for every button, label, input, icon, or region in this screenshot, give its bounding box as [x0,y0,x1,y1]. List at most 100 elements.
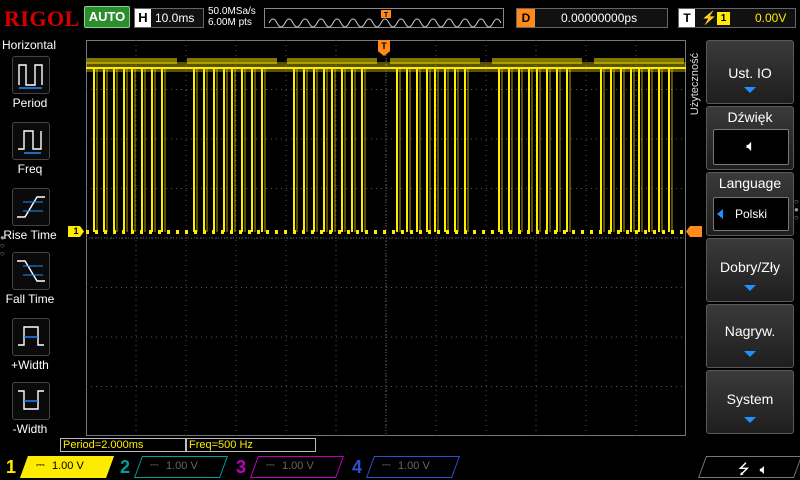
waveform-overview: T [268,10,502,28]
channel-3-number: 3 [236,457,247,477]
memory-position-bar[interactable]: T [264,8,504,28]
period-icon [12,56,50,94]
channel-2-number: 2 [120,457,131,477]
horizontal-timebase[interactable]: H 10.0ms [134,8,204,28]
trigger-letter: T [679,9,695,27]
ch1-low-dot [392,230,395,234]
ch1-low-dot [176,230,179,234]
measurement-menu: Horizontal Period Freq Rise Time Fall Ti… [0,38,60,438]
speaker-icon: 🔈︎ [713,129,789,165]
right-menu-page-dots: ○ ● ○ [794,197,799,222]
language-value-text: Polski [734,207,767,221]
horizontal-letter: H [135,9,151,27]
memory-depth: 6.00M pts [208,17,252,28]
dc-coupling-icon: ⎓ [382,459,391,471]
ch1-low-dot [590,230,593,234]
pass-fail-button[interactable]: Dobry/Zły [706,238,794,302]
ch1-low-dot [572,230,575,234]
ch1-low-dot [401,230,404,234]
frequency-icon [12,122,50,160]
measure-fall-time-button[interactable]: Fall Time [0,252,60,314]
trigger-settings[interactable]: T ⚡ 1 0.00V [678,8,796,28]
channel-2-button[interactable]: 2 ⎓ 1.00 V [114,456,229,478]
channel-3-button[interactable]: 3 ⎓ 1.00 V [230,456,345,478]
ch1-low-dot [356,230,359,234]
speaker-icon: 🔈︎ [759,461,768,477]
measure-frequency-label: Freq [17,162,43,176]
ch1-low-dot [185,230,188,234]
system-button[interactable]: System [706,370,794,434]
pass-fail-label: Dobry/Zły [720,259,780,275]
dc-coupling-icon: ⎓ [150,459,159,471]
measure-positive-width-label: +Width [11,358,49,372]
channel-4-button[interactable]: 4 ⎓ 1.00 V [346,456,461,478]
ch1-low-dot [374,230,377,234]
ch1-low-dot [158,230,161,234]
ch1-low-dot [266,230,269,234]
chevron-down-icon [744,285,756,291]
rise-time-icon [12,188,50,226]
record-label: Nagryw. [724,323,776,339]
ch1-low-dot [248,230,251,234]
ch1-low-dot [257,230,260,234]
io-settings-button[interactable]: Ust. IO [706,40,794,104]
utility-menu-title-text: Użyteczność [689,52,701,116]
waveform-grid [86,40,686,436]
trigger-level-marker[interactable] [686,226,702,237]
measure-negative-width-button[interactable]: -Width [0,382,60,444]
measurement-menu-title: Horizontal [2,38,57,52]
run-state-button[interactable]: AUTO [84,6,130,28]
measure-period-button[interactable]: Period [0,56,60,118]
fall-time-icon [12,252,50,290]
measure-fall-time-label: Fall Time [5,292,55,306]
horizontal-delay[interactable]: D 0.00000000ps [516,8,668,28]
channel-3-scale: 1.00 V [282,460,314,472]
ch1-low-dot [383,230,386,234]
ch1-burst-noise [594,58,684,64]
acquisition-info: 50.0MSa/s 6.00M pts [208,6,256,28]
negative-width-icon [12,382,50,420]
channel-bar: 1 ⎓ 1.00 V 2 ⎓ 1.00 V 3 ⎓ 1.00 V 4 ⎓ 1.0… [0,454,800,480]
ch1-burst-noise [187,58,277,64]
record-button[interactable]: Nagryw. [706,304,794,368]
usb-icon: ⭍ [738,461,750,477]
ch1-low-dot [581,230,584,234]
trigger-source-channel: 1 [717,12,730,25]
measure-positive-width-button[interactable]: +Width [0,318,60,380]
channel-1-number: 1 [6,457,17,477]
ch1-low-dot [482,230,485,234]
channel-2-scale: 1.00 V [166,460,198,472]
waveform-display[interactable] [86,40,686,436]
ch1-low-dot [563,230,566,234]
sound-button[interactable]: Dźwięk 🔈︎ [706,106,794,170]
channel-1-scale: 1.00 V [52,460,84,472]
ch1-low-dot [617,230,620,234]
utility-menu-title: Użyteczność [686,40,702,130]
channel-4-number: 4 [352,457,363,477]
positive-width-icon [12,318,50,356]
chevron-down-icon [744,417,756,423]
ch1-low-dot [680,230,683,234]
channel-4-scale: 1.00 V [398,460,430,472]
delay-value: 0.00000000ps [561,11,638,25]
chevron-down-icon [744,87,756,93]
measure-rise-time-button[interactable]: Rise Time [0,188,60,250]
trigger-level: 0.00V [755,11,787,25]
channel-1-button[interactable]: 1 ⎓ 1.00 V [0,456,115,478]
dc-coupling-icon: ⎓ [36,459,45,471]
ch1-low-dot [473,230,476,234]
ch1-burst-noise [287,58,377,64]
dc-coupling-icon: ⎓ [266,459,275,471]
ch1-low-dot [338,230,341,234]
sample-rate: 50.0MSa/s [208,6,256,17]
system-label: System [726,391,774,407]
ch1-low-dot [626,230,629,234]
ch1-low-dot [275,230,278,234]
timebase-value: 10.0ms [155,11,195,25]
ch1-offset-marker[interactable]: 1 [68,226,84,237]
measure-frequency-button[interactable]: Freq [0,122,60,184]
language-button[interactable]: Language Polski [706,172,794,236]
status-icons: ⭍ 🔈︎ [738,459,768,480]
overview-trigger-marker: T [384,12,389,19]
ch1-low-dot [320,230,323,234]
